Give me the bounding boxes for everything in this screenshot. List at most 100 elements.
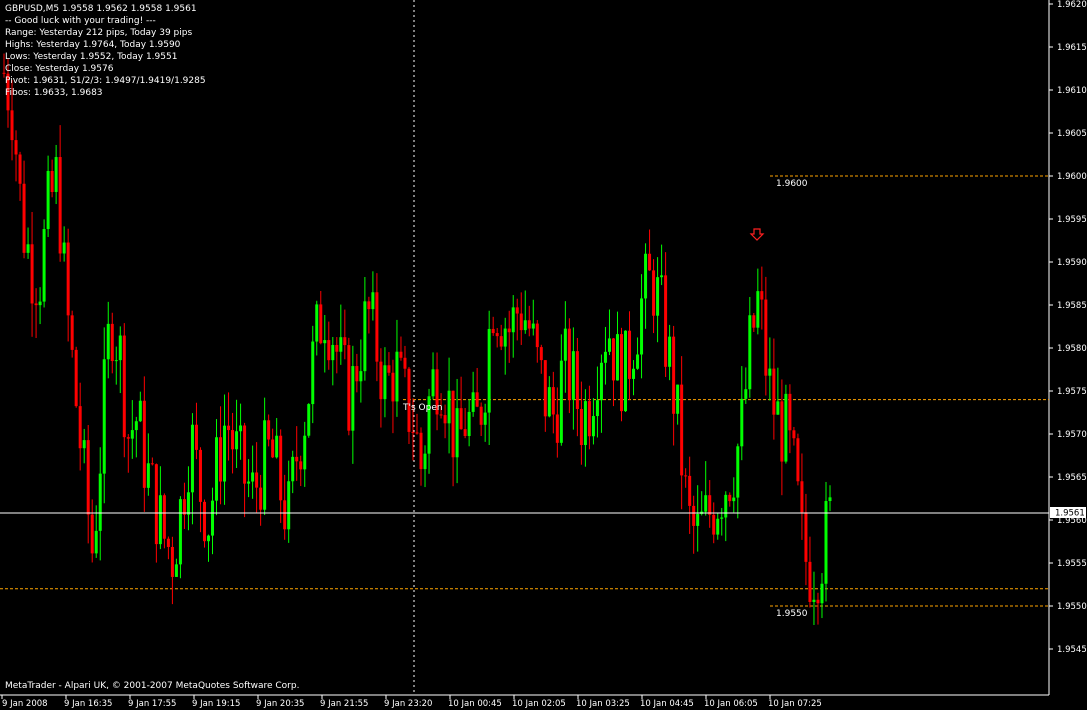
candle-body <box>820 583 824 604</box>
y-tick-label: 1.9550 <box>1057 602 1087 612</box>
candle-body <box>227 425 231 431</box>
x-tick-label: 9 Jan 23:20 <box>384 699 432 709</box>
candle-body <box>327 340 331 361</box>
candle-body <box>407 368 411 432</box>
candle-body <box>636 354 640 369</box>
candle-body <box>587 401 591 437</box>
candle-body <box>483 412 487 425</box>
candle-body <box>788 393 792 431</box>
candle-body <box>579 408 583 446</box>
candle-body <box>130 430 134 439</box>
candle-body <box>475 392 479 407</box>
time-axis: 9 Jan 2008 9 Jan 16:35 9 Jan 17:55 9 Jan 19… <box>1 695 822 709</box>
candle-body <box>391 372 395 402</box>
candle-body <box>351 366 355 431</box>
candle-body <box>644 253 648 299</box>
candle-body <box>58 157 62 254</box>
candle-body <box>247 481 251 484</box>
candle-body <box>50 170 54 192</box>
candle-body <box>46 170 50 230</box>
y-tick-label: 1.9595 <box>1057 215 1087 225</box>
candle-body <box>291 456 295 482</box>
x-tick-label: 10 Jan 00:45 <box>448 699 502 709</box>
candle-body <box>186 492 190 515</box>
candle-body <box>367 301 371 310</box>
candle-body <box>134 421 138 431</box>
candle-body <box>583 401 587 446</box>
candle-body <box>118 335 122 361</box>
chart-window[interactable]: 1.9620 1.9615 1.9610 1.9605 1.9600 1.9595 1.95… <box>0 0 1087 710</box>
candle-body <box>479 406 483 425</box>
candle-body <box>664 275 668 367</box>
candle-body <box>672 336 676 414</box>
candle-body <box>267 420 271 440</box>
down-arrow-icon <box>749 228 765 241</box>
x-tick-label: 10 Jan 04:45 <box>640 699 694 709</box>
candle-body <box>206 535 210 542</box>
candle-body <box>543 360 547 417</box>
candle-body <box>607 338 611 352</box>
candle-body <box>535 323 539 348</box>
candle-body <box>287 481 291 530</box>
candle-body <box>299 461 303 470</box>
candle-body <box>174 564 178 577</box>
candle-body <box>190 424 194 493</box>
candle-body <box>166 538 170 547</box>
candle-body <box>451 390 455 458</box>
candle-body <box>575 351 579 409</box>
candle-body <box>668 336 672 367</box>
candle-body <box>527 320 531 329</box>
candle-body <box>263 420 267 510</box>
candle-body <box>170 546 174 577</box>
candle-body <box>523 320 527 331</box>
price-chart[interactable]: 1.9620 1.9615 1.9610 1.9605 1.9600 1.9595 1.95… <box>0 0 1087 710</box>
candle-body <box>395 351 399 402</box>
candle-body <box>146 463 150 488</box>
y-tick-label: 1.9545 <box>1057 645 1087 655</box>
candle-body <box>471 392 475 412</box>
candle-body <box>740 398 744 447</box>
candle-body <box>331 344 335 361</box>
candle-body <box>110 323 114 362</box>
candle-body <box>515 307 519 314</box>
candle-body <box>555 414 559 443</box>
y-tick-label: 1.9570 <box>1057 430 1087 440</box>
candle-body <box>154 464 158 545</box>
candle-body <box>752 315 756 328</box>
candle-body <box>816 599 820 604</box>
info-line: Lows: Yesterday 1.9552, Today 1.9551 <box>5 52 178 62</box>
candle-body <box>551 387 555 415</box>
candle-body <box>94 530 98 554</box>
candle-body <box>728 494 732 502</box>
candle-body <box>439 414 443 416</box>
x-tick-label: 9 Jan 20:35 <box>256 699 304 709</box>
candle-body <box>812 599 816 602</box>
candle-body <box>295 456 299 462</box>
candle-body <box>411 431 415 433</box>
candle-body <box>311 341 315 405</box>
candle-body <box>383 365 387 400</box>
candle-body <box>271 439 275 458</box>
candle-body <box>403 357 407 369</box>
candle-body <box>162 495 166 539</box>
y-tick-label: 1.9555 <box>1057 559 1087 569</box>
candle-body <box>194 424 198 450</box>
candle-body <box>82 440 86 449</box>
copyright-footer: MetaTrader - Alpari UK, © 2001-2007 Meta… <box>5 681 299 691</box>
x-tick-label: 9 Jan 21:55 <box>320 699 368 709</box>
candle-body <box>22 183 26 253</box>
candle-body <box>150 463 154 465</box>
candle-body <box>712 514 716 535</box>
candle-body <box>122 335 126 438</box>
candle-body <box>74 349 78 407</box>
candle-body <box>198 449 202 502</box>
candle-body <box>676 384 680 414</box>
candle-body <box>768 368 772 376</box>
candle-body <box>90 514 94 554</box>
candle-body <box>355 366 359 382</box>
candle-body <box>491 328 495 334</box>
candle-body <box>78 406 82 449</box>
candle-body <box>567 328 571 400</box>
candle-body <box>547 387 551 417</box>
candle-body <box>684 475 688 477</box>
